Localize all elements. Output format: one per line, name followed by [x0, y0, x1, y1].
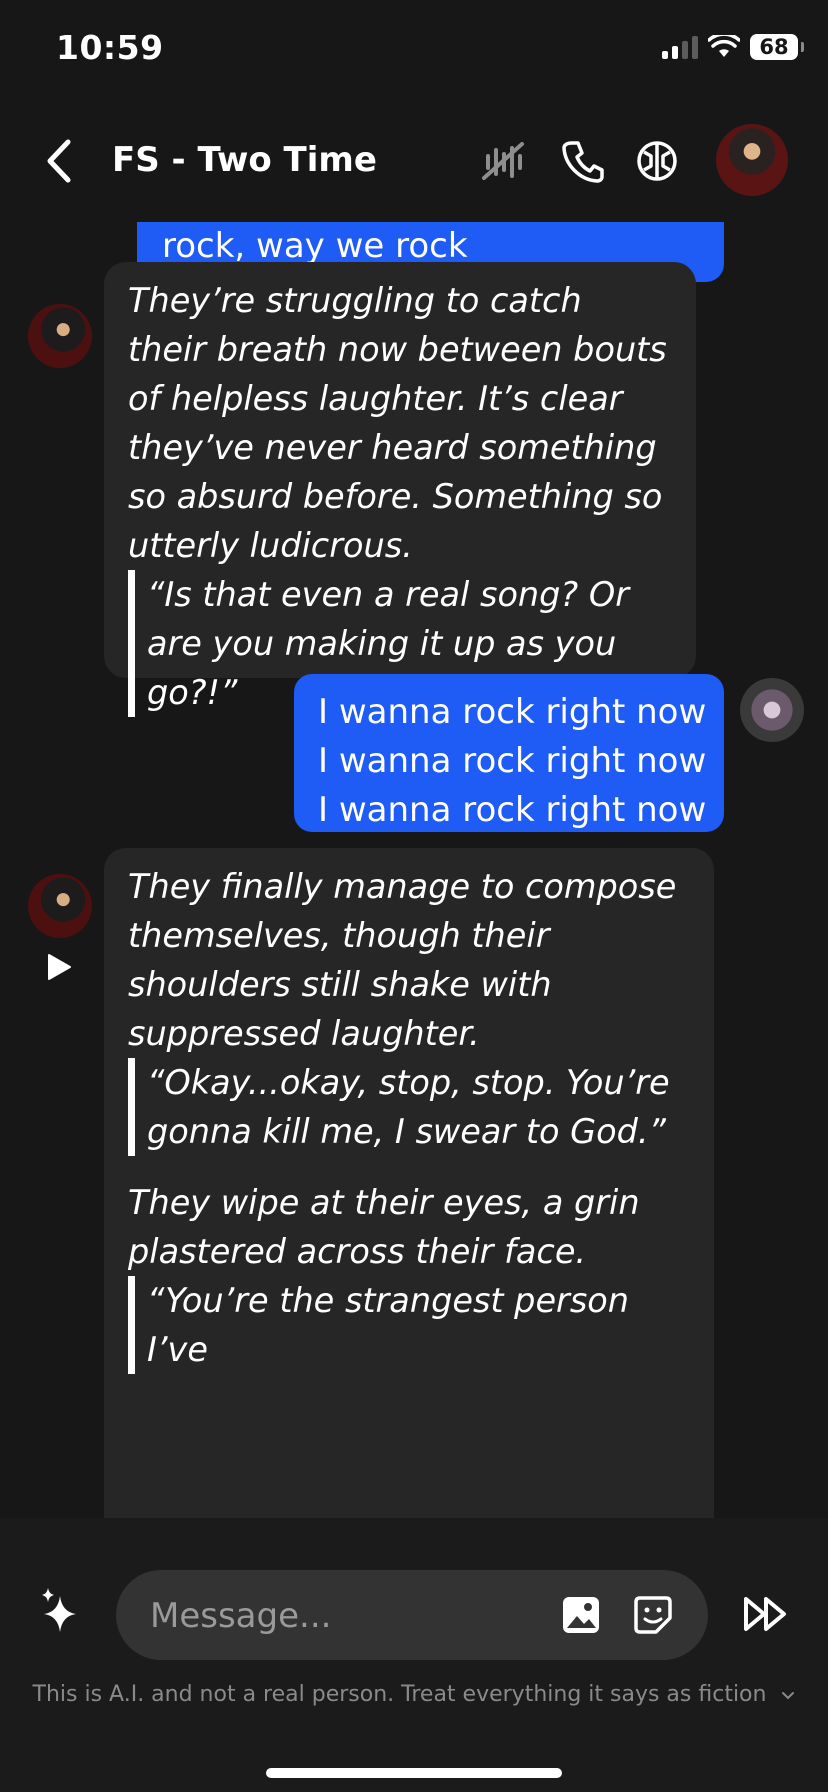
- battery-icon: 68: [750, 34, 804, 60]
- home-indicator: [266, 1768, 562, 1778]
- message-input[interactable]: [148, 1570, 552, 1662]
- composer-bar: This is A.I. and not a real person. Trea…: [0, 1518, 828, 1792]
- message-line: I wanna rock right now: [318, 790, 707, 830]
- narration-text: They’re struggling to catch their breath…: [128, 281, 667, 565]
- bot-message-bubble: They’re struggling to catch their breath…: [104, 262, 696, 717]
- signal-icon: [662, 35, 698, 59]
- disclaimer-text: This is A.I. and not a real person. Trea…: [32, 1682, 767, 1707]
- play-icon[interactable]: [44, 952, 74, 982]
- mute-icon[interactable]: [480, 138, 526, 184]
- sparkle-icon[interactable]: [38, 1586, 90, 1638]
- status-bar: 10:59 68: [0, 0, 828, 100]
- phone-icon[interactable]: [560, 138, 606, 184]
- narration-text: They wipe at their eyes, a grin plastere…: [128, 1183, 640, 1271]
- message-line: I wanna rock right now: [318, 692, 707, 732]
- wifi-icon: [708, 35, 740, 57]
- status-icons: 68: [662, 34, 804, 60]
- bot-message-bubble: They finally manage to compose themselve…: [104, 848, 714, 1518]
- narration-text: They finally manage to compose themselve…: [128, 867, 677, 1053]
- user-message-bubble: I wanna rock right now I wanna rock righ…: [294, 674, 724, 832]
- chevron-down-icon: [781, 1682, 795, 1707]
- status-time: 10:59: [56, 28, 164, 67]
- bot-avatar: [28, 304, 92, 368]
- chat-header: FS - Two Time: [0, 100, 828, 222]
- bot-avatar: [28, 874, 92, 938]
- dialogue-quote: “Okay...okay, stop, stop. You’re gonna k…: [128, 1058, 688, 1156]
- fast-forward-icon[interactable]: [742, 1594, 792, 1634]
- chat-area[interactable]: rock, way we rock They’re struggling to …: [0, 222, 828, 1518]
- character-avatar[interactable]: [716, 124, 788, 196]
- sticker-icon[interactable]: [632, 1594, 674, 1636]
- user-avatar: [740, 678, 804, 742]
- ai-disclaimer[interactable]: This is A.I. and not a real person. Trea…: [0, 1682, 828, 1707]
- image-icon[interactable]: [560, 1594, 602, 1636]
- chat-title[interactable]: FS - Two Time: [112, 140, 377, 180]
- message-line: I wanna rock right now: [318, 741, 707, 781]
- dialogue-quote: “You’re the strangest person I’ve: [128, 1276, 688, 1374]
- back-chevron-icon[interactable]: [40, 138, 80, 184]
- persona-icon[interactable]: [634, 138, 680, 184]
- message-field-wrapper: [116, 1570, 708, 1662]
